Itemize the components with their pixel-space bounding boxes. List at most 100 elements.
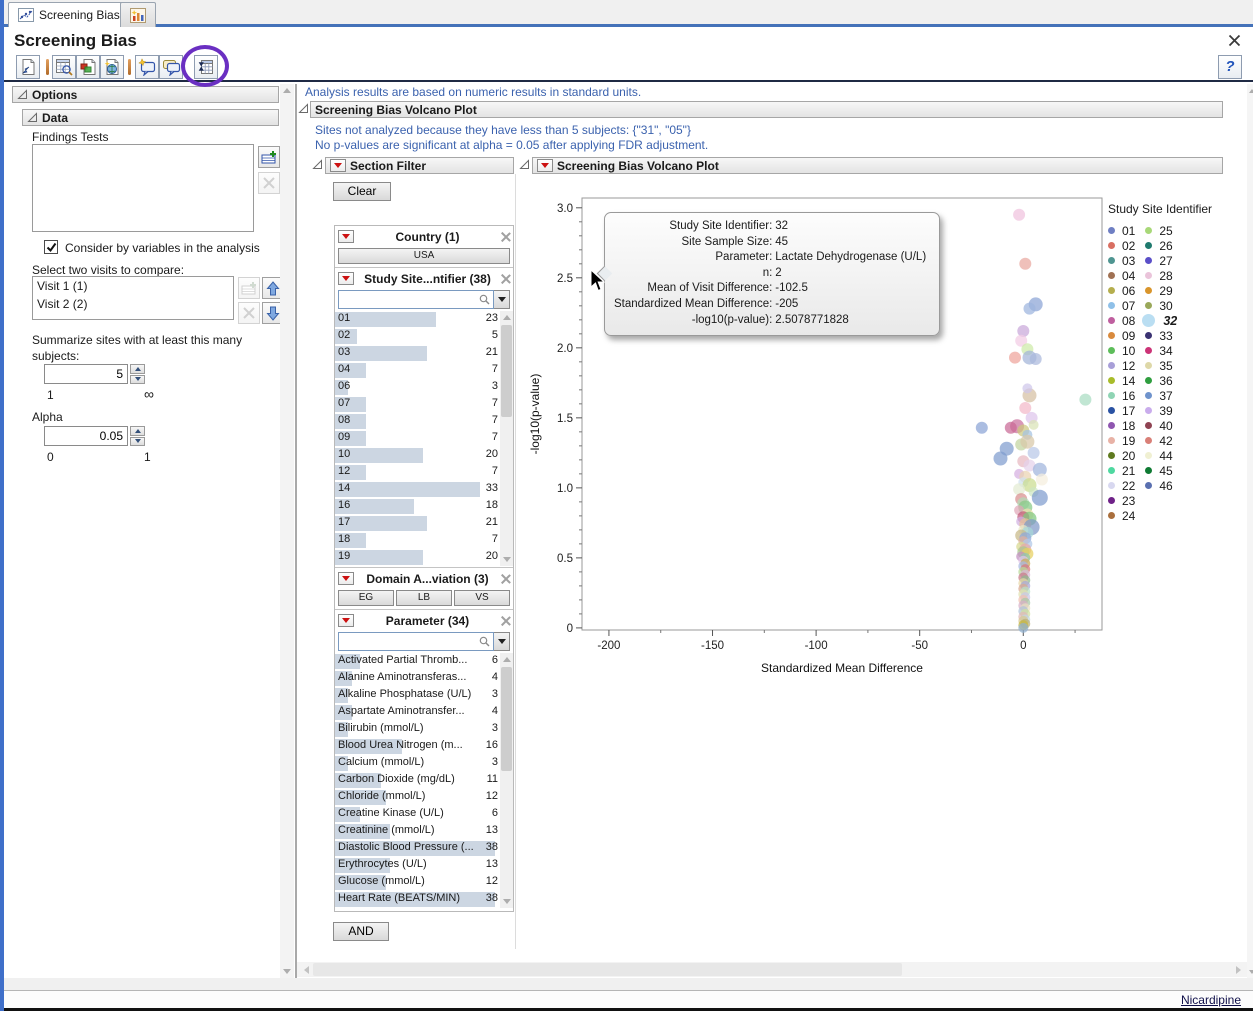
legend-entry[interactable]: 09 [1108, 328, 1135, 343]
new-note-button[interactable] [135, 55, 159, 79]
parameter-scrollbar[interactable] [500, 653, 513, 908]
legend-entry[interactable]: 12 [1108, 358, 1135, 373]
disclosure-triangle-icon[interactable] [298, 103, 309, 114]
tab-screening-bias[interactable]: Screening Bias [8, 2, 130, 27]
visits-listbox[interactable]: Visit 1 (1)Visit 2 (2) [32, 276, 234, 320]
scroll-thumb[interactable] [501, 667, 512, 771]
volcano-subpanel-header[interactable]: Screening Bias Volcano Plot [532, 157, 1223, 174]
save-report-button[interactable] [16, 55, 40, 79]
legend-entry[interactable]: 33 [1145, 328, 1177, 343]
site-row[interactable]: 0123 [335, 311, 500, 328]
scroll-down-icon[interactable] [500, 553, 513, 566]
parameter-row[interactable]: Bilirubin (mmol/L)3 [335, 721, 500, 738]
remove-findings-button[interactable] [258, 172, 280, 194]
legend-entry[interactable]: 17 [1108, 403, 1135, 418]
legend-entry[interactable]: 36 [1145, 373, 1177, 388]
legend-entry[interactable]: 44 [1145, 448, 1177, 463]
country-value-button[interactable]: USA [338, 248, 510, 264]
scroll-down-icon[interactable] [1247, 965, 1253, 978]
site-row[interactable]: 047 [335, 362, 500, 379]
legend-entry[interactable]: 28 [1145, 268, 1177, 283]
domain-filter-header[interactable]: Domain A...viation (3) [335, 568, 513, 589]
legend-entry[interactable]: 16 [1108, 388, 1135, 403]
search-dropdown-icon[interactable] [494, 290, 510, 309]
section-filter-header[interactable]: Section Filter [325, 157, 514, 174]
scroll-left-icon[interactable] [299, 962, 313, 977]
legend-entry[interactable]: 24 [1108, 508, 1135, 523]
scroll-thumb[interactable] [501, 325, 512, 417]
scroll-thumb[interactable] [313, 963, 902, 976]
red-menu-icon[interactable] [338, 572, 354, 585]
web-report-button[interactable] [100, 55, 124, 79]
visit-item[interactable]: Visit 2 (2) [33, 295, 233, 313]
red-menu-icon[interactable] [338, 272, 354, 285]
legend-entry[interactable]: 29 [1145, 283, 1177, 298]
domain-value-button[interactable]: VS [454, 590, 510, 606]
alpha-input[interactable] [44, 426, 128, 446]
scroll-right-icon[interactable] [1231, 962, 1245, 977]
site-row[interactable]: 0321 [335, 345, 500, 362]
site-filter-header[interactable]: Study Site...ntifier (38) [335, 268, 513, 289]
site-search-input[interactable] [338, 290, 494, 309]
red-menu-icon[interactable] [330, 159, 346, 172]
legend-entry[interactable]: 23 [1108, 493, 1135, 508]
legend-entry[interactable]: 26 [1145, 238, 1177, 253]
subjects-input[interactable] [44, 364, 128, 384]
disclosure-triangle-icon[interactable] [519, 159, 530, 170]
legend-entry[interactable]: 10 [1108, 343, 1135, 358]
country-filter-header[interactable]: Country (1) [335, 226, 513, 247]
legend-entry[interactable]: 32 [1145, 313, 1177, 328]
main-vertical-scrollbar[interactable] [1247, 84, 1253, 978]
legend-entry[interactable]: 01 [1108, 223, 1135, 238]
help-button[interactable]: ? [1218, 55, 1242, 79]
disclosure-triangle-icon[interactable] [312, 159, 323, 170]
scroll-up-icon[interactable] [500, 311, 513, 324]
legend-entry[interactable]: 25 [1145, 223, 1177, 238]
parameter-search-input[interactable] [338, 632, 494, 651]
site-row[interactable]: 187 [335, 532, 500, 549]
legend-entry[interactable]: 02 [1108, 238, 1135, 253]
legend-entry[interactable]: 03 [1108, 253, 1135, 268]
site-scrollbar[interactable] [500, 311, 513, 566]
parameter-row[interactable]: Blood Urea Nitrogen (m...16 [335, 738, 500, 755]
parameter-row[interactable]: Creatine Kinase (U/L)6 [335, 806, 500, 823]
domain-value-button[interactable]: EG [338, 590, 394, 606]
parameter-row[interactable]: Diastolic Blood Pressure (...38 [335, 840, 500, 857]
spin-up-icon[interactable] [130, 426, 145, 436]
remove-filter-icon[interactable] [501, 574, 510, 583]
scroll-up-icon[interactable] [280, 84, 294, 97]
legend-entry[interactable]: 46 [1145, 478, 1177, 493]
legend-entry[interactable]: 27 [1145, 253, 1177, 268]
search-dropdown-icon[interactable] [494, 632, 510, 651]
main-horizontal-scrollbar[interactable] [297, 962, 1247, 977]
legend-entry[interactable]: 30 [1145, 298, 1177, 313]
domain-value-button[interactable]: LB [396, 590, 452, 606]
add-visit-button[interactable] [238, 277, 260, 299]
scroll-down-icon[interactable] [280, 965, 294, 978]
tab-chart[interactable] [120, 2, 156, 27]
data-table-button[interactable] [52, 55, 76, 79]
site-row[interactable]: 087 [335, 413, 500, 430]
parameter-row[interactable]: Erythrocytes (U/L)13 [335, 857, 500, 874]
parameter-row[interactable]: Glucose (mmol/L)12 [335, 874, 500, 891]
legend-entry[interactable]: 04 [1108, 268, 1135, 283]
legend-entry[interactable]: 19 [1108, 433, 1135, 448]
and-filter-button[interactable]: AND [333, 922, 389, 941]
parameter-row[interactable]: Alanine Aminotransferas...4 [335, 670, 500, 687]
spin-up-icon[interactable] [130, 364, 145, 374]
findings-tests-listbox[interactable] [32, 144, 254, 232]
spin-down-icon[interactable] [130, 437, 145, 447]
remove-filter-icon[interactable] [501, 232, 510, 241]
legend-entry[interactable]: 20 [1108, 448, 1135, 463]
site-row[interactable]: 1920 [335, 549, 500, 566]
parameter-row[interactable]: Creatinine (mmol/L)13 [335, 823, 500, 840]
scroll-down-icon[interactable] [500, 895, 513, 908]
parameter-row[interactable]: Aspartate Aminotransfer...4 [335, 704, 500, 721]
scroll-up-icon[interactable] [1247, 84, 1253, 97]
parameter-filter-header[interactable]: Parameter (34) [335, 610, 513, 631]
parameter-row[interactable]: Heart Rate (BEATS/MIN)38 [335, 891, 500, 908]
parameter-row[interactable]: Alkaline Phosphatase (U/L)3 [335, 687, 500, 704]
consider-by-variables-checkbox[interactable] [44, 240, 58, 254]
remove-filter-icon[interactable] [501, 274, 510, 283]
spin-down-icon[interactable] [130, 375, 145, 385]
